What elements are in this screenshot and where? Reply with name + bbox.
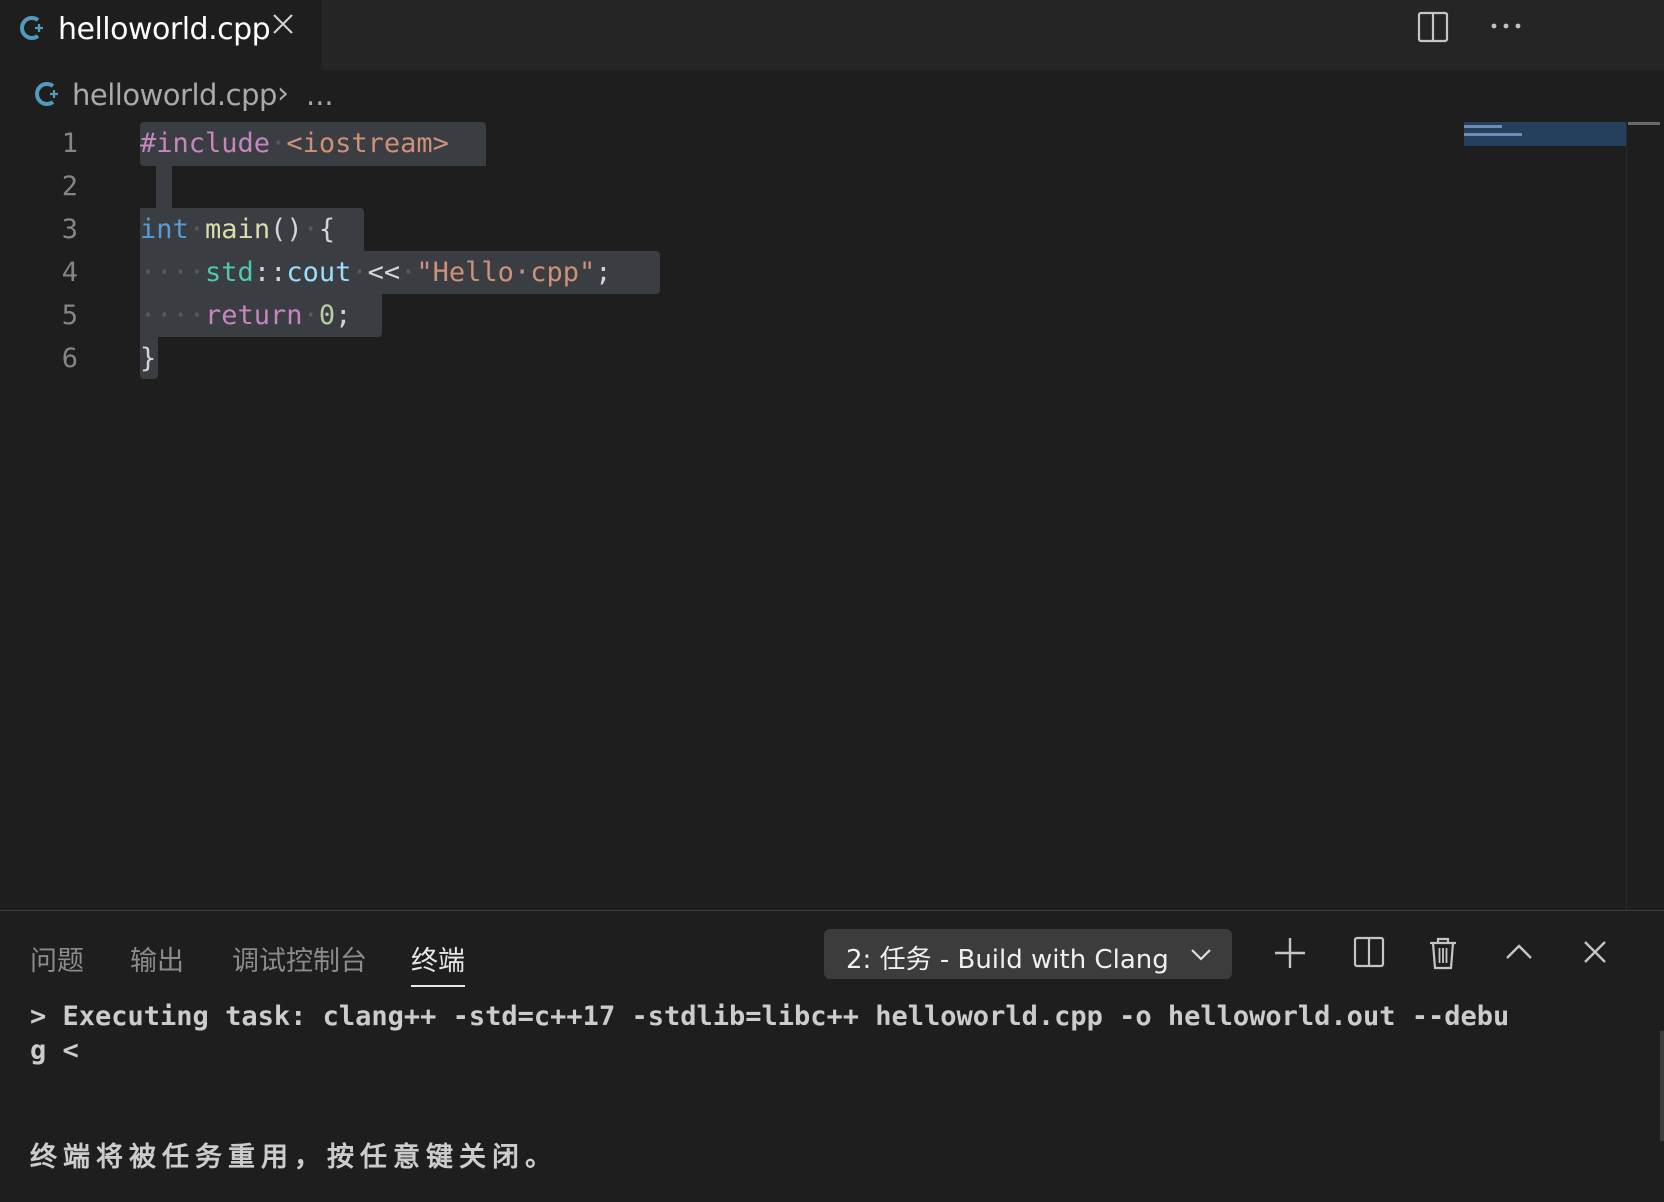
bottom-panel: 问题 输出 调试控制台 终端 2: 任务 - Build with Clang xyxy=(0,910,1664,1202)
minimap-line xyxy=(1464,133,1522,136)
editor-scrollbar[interactable] xyxy=(1626,122,1627,910)
line-number: 5 xyxy=(61,300,78,331)
breadcrumb: helloworld.cpp › ... xyxy=(0,70,1664,122)
breadcrumb-more[interactable]: ... xyxy=(306,78,334,112)
terminal-message: 终端将被任务重用，按任意键关闭。 xyxy=(30,1142,558,1173)
terminal-select-value: 2: 任务 - Build with Clang xyxy=(846,945,1169,975)
line-number: 6 xyxy=(61,343,78,374)
close-icon[interactable] xyxy=(270,10,296,45)
line-number: 3 xyxy=(61,214,78,245)
terminal-output-line: g < xyxy=(30,1035,79,1066)
line-code: ····std::cout·<<·"Hello·cpp"; xyxy=(140,257,612,288)
line-code: #include·<iostream> xyxy=(140,128,449,159)
minimap-line xyxy=(1464,125,1502,128)
close-panel-icon[interactable] xyxy=(1578,935,1612,973)
cpp-file-icon xyxy=(18,14,46,49)
code-line: 2 xyxy=(0,165,1400,208)
chevron-down-icon xyxy=(1188,941,1214,971)
code-line: 3 int·main()·{ xyxy=(0,208,1400,251)
split-terminal-icon[interactable] xyxy=(1352,935,1386,973)
split-editor-icon[interactable] xyxy=(1416,10,1450,48)
terminal-select[interactable]: 2: 任务 - Build with Clang xyxy=(824,929,1232,979)
cpp-file-icon xyxy=(33,80,61,114)
code-line: 4 ····std::cout·<<·"Hello·cpp"; xyxy=(0,251,1400,294)
code-line: 5 ····return·0; xyxy=(0,294,1400,337)
chevron-right-icon: › xyxy=(277,76,289,111)
code-editor[interactable]: 1 #include·<iostream> 2 3 int·main()·{ 4… xyxy=(0,122,1664,910)
breadcrumb-file[interactable]: helloworld.cpp xyxy=(72,78,277,112)
code-line: 6 } xyxy=(0,337,1400,380)
overview-ruler-mark xyxy=(1628,122,1660,125)
tab-title: helloworld.cpp xyxy=(58,12,271,47)
tab-output[interactable]: 输出 xyxy=(130,939,184,978)
line-number: 2 xyxy=(61,171,78,202)
tab-helloworld-cpp[interactable]: helloworld.cpp xyxy=(0,0,322,70)
line-code: ····return·0; xyxy=(140,300,352,331)
line-code: } xyxy=(140,343,157,374)
tab-debug-console[interactable]: 调试控制台 xyxy=(232,939,367,978)
line-code: int·main()·{ xyxy=(140,214,336,245)
line-number: 1 xyxy=(61,128,78,159)
terminal-scrollbar[interactable] xyxy=(1660,1031,1664,1141)
terminal-output-line: > Executing task: clang++ -std=c++17 -st… xyxy=(30,1001,1510,1032)
more-actions-icon[interactable] xyxy=(1488,16,1524,40)
chevron-up-icon[interactable] xyxy=(1502,935,1536,973)
plus-icon[interactable] xyxy=(1272,935,1308,975)
tab-terminal[interactable]: 终端 xyxy=(411,939,465,978)
code-line: 1 #include·<iostream> xyxy=(0,122,1400,165)
editor-tab-bar: helloworld.cpp xyxy=(0,0,1664,70)
trash-icon[interactable] xyxy=(1426,935,1460,975)
tab-problems[interactable]: 问题 xyxy=(30,939,84,978)
active-tab-indicator xyxy=(411,985,465,987)
line-number: 4 xyxy=(61,257,78,288)
